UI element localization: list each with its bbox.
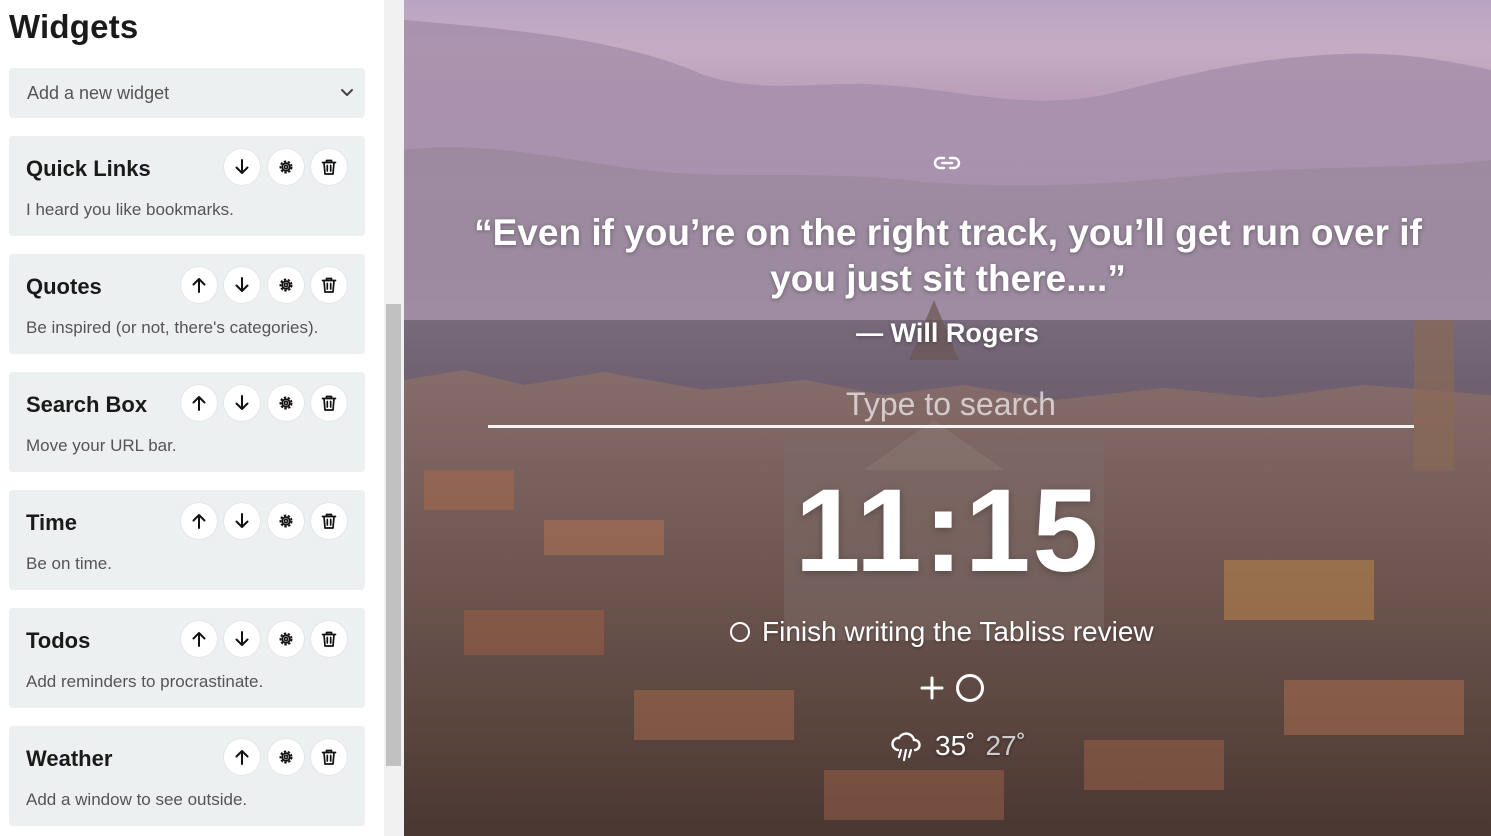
move-down-button[interactable] [224,621,260,657]
move-up-button[interactable] [181,621,217,657]
delete-button[interactable] [311,385,347,421]
widget-card-todos: Todos Add reminders to procrastinate. [9,608,365,708]
arrow-up-icon [192,278,206,293]
arrow-down-icon [235,277,249,292]
arrow-up-icon [235,750,249,765]
delete-button[interactable] [311,149,347,185]
move-down-button[interactable] [224,385,260,421]
rain-cloud-icon [891,732,921,762]
circle-icon[interactable] [956,674,984,702]
move-up-button[interactable] [181,267,217,303]
sidebar-title: Widgets [9,8,139,45]
widget-title: Todos [26,628,91,653]
gear-icon [279,750,293,764]
widget-title: Time [26,510,77,535]
todo-item[interactable]: Finish writing the Tabliss review [730,612,1154,652]
settings-button[interactable] [268,267,304,303]
move-up-button[interactable] [224,739,260,775]
settings-button[interactable] [268,503,304,539]
arrow-up-icon [192,396,206,411]
delete-button[interactable] [311,267,347,303]
arrow-down-icon [235,159,249,174]
trash-icon [321,513,337,529]
search-input[interactable] [488,384,1414,428]
widget-description: Be inspired (or not, there's categories)… [26,318,319,337]
trash-icon [321,631,337,647]
new-tab-dashboard: “Even if you’re on the right track, you’… [404,0,1491,836]
arrow-down-icon [235,631,249,646]
delete-button[interactable] [311,503,347,539]
move-up-button[interactable] [181,385,217,421]
widget-card-time: Time Be on time. [9,490,365,590]
widgets-sidebar: Widgets Add a new widget Quick Links I h… [0,0,384,836]
settings-button[interactable] [268,149,304,185]
arrow-up-icon [192,632,206,647]
settings-button[interactable] [268,739,304,775]
settings-button[interactable] [268,385,304,421]
trash-icon [321,159,337,175]
widget-title: Weather [26,746,113,771]
widget-description: Be on time. [26,554,112,573]
gear-icon [279,278,293,292]
move-down-button[interactable] [224,149,260,185]
widget-title: Quick Links [26,156,151,181]
weather-high: 35˚ [935,730,976,761]
link-icon[interactable] [931,151,963,175]
todo-checkbox[interactable] [730,622,750,642]
gear-icon [279,396,293,410]
quote-text: “Even if you’re on the right track, you’… [474,212,1422,299]
trash-icon [321,395,337,411]
arrow-down-icon [235,395,249,410]
gear-icon [279,632,293,646]
plus-icon[interactable] [918,674,946,702]
widget-card-weather: Weather Add a window to see outside. [9,726,365,826]
delete-button[interactable] [311,739,347,775]
widget-card-search-box: Search Box Move your URL bar. [9,372,365,472]
add-widget-placeholder: Add a new widget [27,82,170,103]
widget-card-quotes: Quotes Be inspired (or not, there's cate… [9,254,365,354]
trash-icon [321,749,337,765]
move-down-button[interactable] [224,503,260,539]
move-down-button[interactable] [224,267,260,303]
widget-title: Quotes [26,274,102,299]
arrow-up-icon [192,514,206,529]
chevron-down-icon [341,89,353,96]
gear-icon [279,514,293,528]
widget-description: Move your URL bar. [26,436,177,455]
gear-icon [279,160,293,174]
weather-low: 27˚ [985,730,1026,761]
settings-button[interactable] [268,621,304,657]
weather-widget[interactable]: 35˚ 27˚ [889,726,1026,766]
todo-text[interactable]: Finish writing the Tabliss review [762,616,1154,648]
widget-description: I heard you like bookmarks. [26,200,234,219]
move-up-button[interactable] [181,503,217,539]
widget-title: Search Box [26,392,148,417]
delete-button[interactable] [311,621,347,657]
sidebar-scrollbar-thumb[interactable] [386,304,401,766]
widget-description: Add a window to see outside. [26,790,248,809]
widget-description: Add reminders to procrastinate. [26,672,264,691]
quote-author: — Will Rogers [856,318,1039,348]
widget-card-quick-links: Quick Links I heard you like bookmarks. [9,136,365,236]
add-widget-select[interactable]: Add a new widget [9,68,365,118]
trash-icon [321,277,337,293]
arrow-down-icon [235,513,249,528]
time-display: 11:15 [794,465,1101,597]
